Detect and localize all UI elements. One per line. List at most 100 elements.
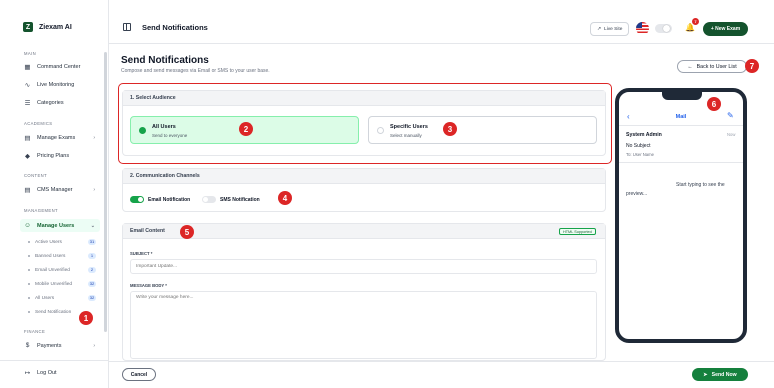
send-icon: ➤	[703, 371, 708, 378]
email-notification-toggle[interactable]	[130, 196, 144, 203]
divider	[0, 360, 109, 361]
preview-sender: System Admin	[626, 132, 662, 138]
bullet-icon	[28, 297, 30, 299]
preview-app-title: Mail	[675, 114, 687, 120]
annotation-highlight-box	[118, 83, 612, 164]
sidebar-subitem-label: All Users	[35, 295, 55, 301]
sidebar-item-label: Categories	[37, 99, 64, 106]
sidebar-item-categories[interactable]: ☰ Categories	[20, 96, 100, 109]
sidebar-item-label: Manage Users	[37, 222, 75, 229]
new-exam-button[interactable]: + New Exam	[703, 22, 748, 36]
preview-subject: No Subject	[626, 143, 651, 149]
sidebar-item-command-center[interactable]: ▦ Command Center	[20, 60, 100, 73]
annotation-marker: 7	[745, 59, 759, 73]
annotation-marker: 4	[278, 191, 292, 205]
footer-bar	[109, 361, 774, 388]
brand-logo: Z	[23, 22, 33, 32]
page-subtitle: Compose and send messages via Email or S…	[121, 68, 270, 74]
sidebar-subitem-email-unverified[interactable]: Email Unverified 2	[28, 265, 98, 275]
sidebar-item-payments[interactable]: $ Payments ›	[20, 339, 100, 352]
sidebar-subitem-banned-users[interactable]: Banned Users 1	[28, 251, 98, 261]
sidebar-subitem-mobile-unverified[interactable]: Mobile Unverified 32	[28, 279, 98, 289]
sidebar-item-logout[interactable]: ↦ Log Out	[20, 366, 100, 379]
sidebar-item-live-monitoring[interactable]: ∿ Live Monitoring	[20, 78, 100, 91]
notification-count-badge: 7	[692, 18, 699, 25]
users-icon: ☺	[24, 222, 31, 229]
sidebar-scrollbar[interactable]	[104, 52, 107, 332]
count-badge: 32	[88, 295, 96, 301]
bullet-icon	[28, 255, 30, 257]
sidebar-item-label: Live Monitoring	[37, 81, 75, 88]
bullet-icon	[28, 311, 30, 313]
live-site-button[interactable]: ↗ Live Site	[590, 22, 630, 36]
count-badge: 2	[88, 267, 96, 273]
sidebar-toggle-icon[interactable]	[123, 23, 131, 31]
bullet-icon	[28, 283, 30, 285]
header-title: Send Notifications	[142, 23, 208, 32]
back-button-label: Back to User List	[696, 63, 737, 70]
sidebar-subitem-label: Active Users	[35, 239, 62, 245]
sidebar-item-label: Log Out	[37, 369, 57, 376]
preview-recipient: To: User Name	[626, 152, 654, 157]
file-icon: ▤	[24, 134, 31, 142]
us-flag-icon[interactable]	[636, 22, 649, 35]
sidebar-subitem-label: Email Unverified	[35, 267, 70, 273]
chevron-right-icon: ›	[93, 134, 95, 141]
count-badge: 31	[88, 239, 96, 245]
sidebar-subitem-all-users[interactable]: All Users 32	[28, 293, 98, 303]
document-icon: ▤	[24, 186, 31, 194]
back-to-user-list-button[interactable]: ← Back to User List	[677, 60, 747, 73]
sidebar-item-manage-users[interactable]: ☺ Manage Users ⌄	[20, 219, 100, 232]
external-link-icon: ↗	[597, 26, 602, 32]
subject-label: SUBJECT *	[130, 251, 153, 256]
section-label-academics: ACADEMICS	[24, 121, 53, 126]
cancel-button[interactable]: Cancel	[122, 368, 156, 381]
card-heading: 2. Communication Channels	[123, 169, 605, 184]
preview-time: Now	[727, 132, 736, 137]
section-label-finance: FINANCE	[24, 329, 46, 334]
annotation-marker: 1	[79, 311, 93, 325]
brand-name: Ziexam AI	[39, 23, 72, 31]
sidebar-item-manage-exams[interactable]: ▤ Manage Exams ›	[20, 131, 100, 144]
sidebar: Z Ziexam AI MAIN ▦ Command Center ∿ Live…	[0, 0, 109, 388]
sidebar-item-label: Manage Exams	[37, 134, 76, 141]
sidebar-subitem-label: Banned Users	[35, 253, 66, 259]
phone-notch	[662, 92, 702, 100]
divider	[619, 125, 743, 126]
chevron-down-icon: ⌄	[90, 222, 95, 229]
section-label-management: MANAGEMENT	[24, 208, 59, 213]
section-label-content: CONTENT	[24, 173, 48, 178]
communication-channels-card: 2. Communication Channels	[122, 168, 606, 212]
sidebar-item-pricing-plans[interactable]: ◆ Pricing Plans	[20, 149, 100, 162]
theme-toggle[interactable]	[655, 24, 672, 33]
dollar-icon: $	[25, 342, 30, 349]
subject-input[interactable]	[130, 259, 597, 274]
arrow-left-icon: ←	[687, 63, 693, 70]
card-heading: Email Content	[123, 224, 605, 239]
sidebar-subitem-active-users[interactable]: Active Users 31	[28, 237, 98, 247]
sms-notification-toggle[interactable]	[202, 196, 216, 203]
mobile-preview: ‹ Mail ✎ System Admin Now No Subject To:…	[615, 88, 747, 343]
tag-icon: ◆	[25, 152, 30, 160]
message-body-textarea[interactable]	[130, 291, 597, 359]
html-supported-badge: HTML Supported	[559, 228, 596, 235]
send-now-button[interactable]: ➤ Send Now	[692, 368, 748, 381]
bullet-icon	[28, 241, 30, 243]
email-notification-label: Email Notification	[148, 197, 191, 203]
sidebar-item-label: Payments	[37, 342, 62, 349]
count-badge: 32	[88, 281, 96, 287]
sidebar-item-label: Command Center	[37, 63, 81, 70]
list-icon: ☰	[24, 99, 31, 107]
grid-icon: ▦	[24, 63, 31, 71]
brand[interactable]: Z Ziexam AI	[23, 22, 72, 32]
divider	[619, 162, 743, 163]
chevron-right-icon: ›	[93, 342, 95, 349]
annotation-marker: 3	[443, 122, 457, 136]
sidebar-item-label: Pricing Plans	[37, 152, 70, 159]
sidebar-item-cms-manager[interactable]: ▤ CMS Manager ›	[20, 183, 100, 196]
sidebar-item-label: CMS Manager	[37, 186, 73, 193]
count-badge: 1	[88, 253, 96, 259]
top-header: Send Notifications ↗ Live Site 🔔 7 + New…	[109, 0, 774, 44]
logout-icon: ↦	[24, 369, 31, 377]
page-title: Send Notifications	[121, 55, 209, 66]
